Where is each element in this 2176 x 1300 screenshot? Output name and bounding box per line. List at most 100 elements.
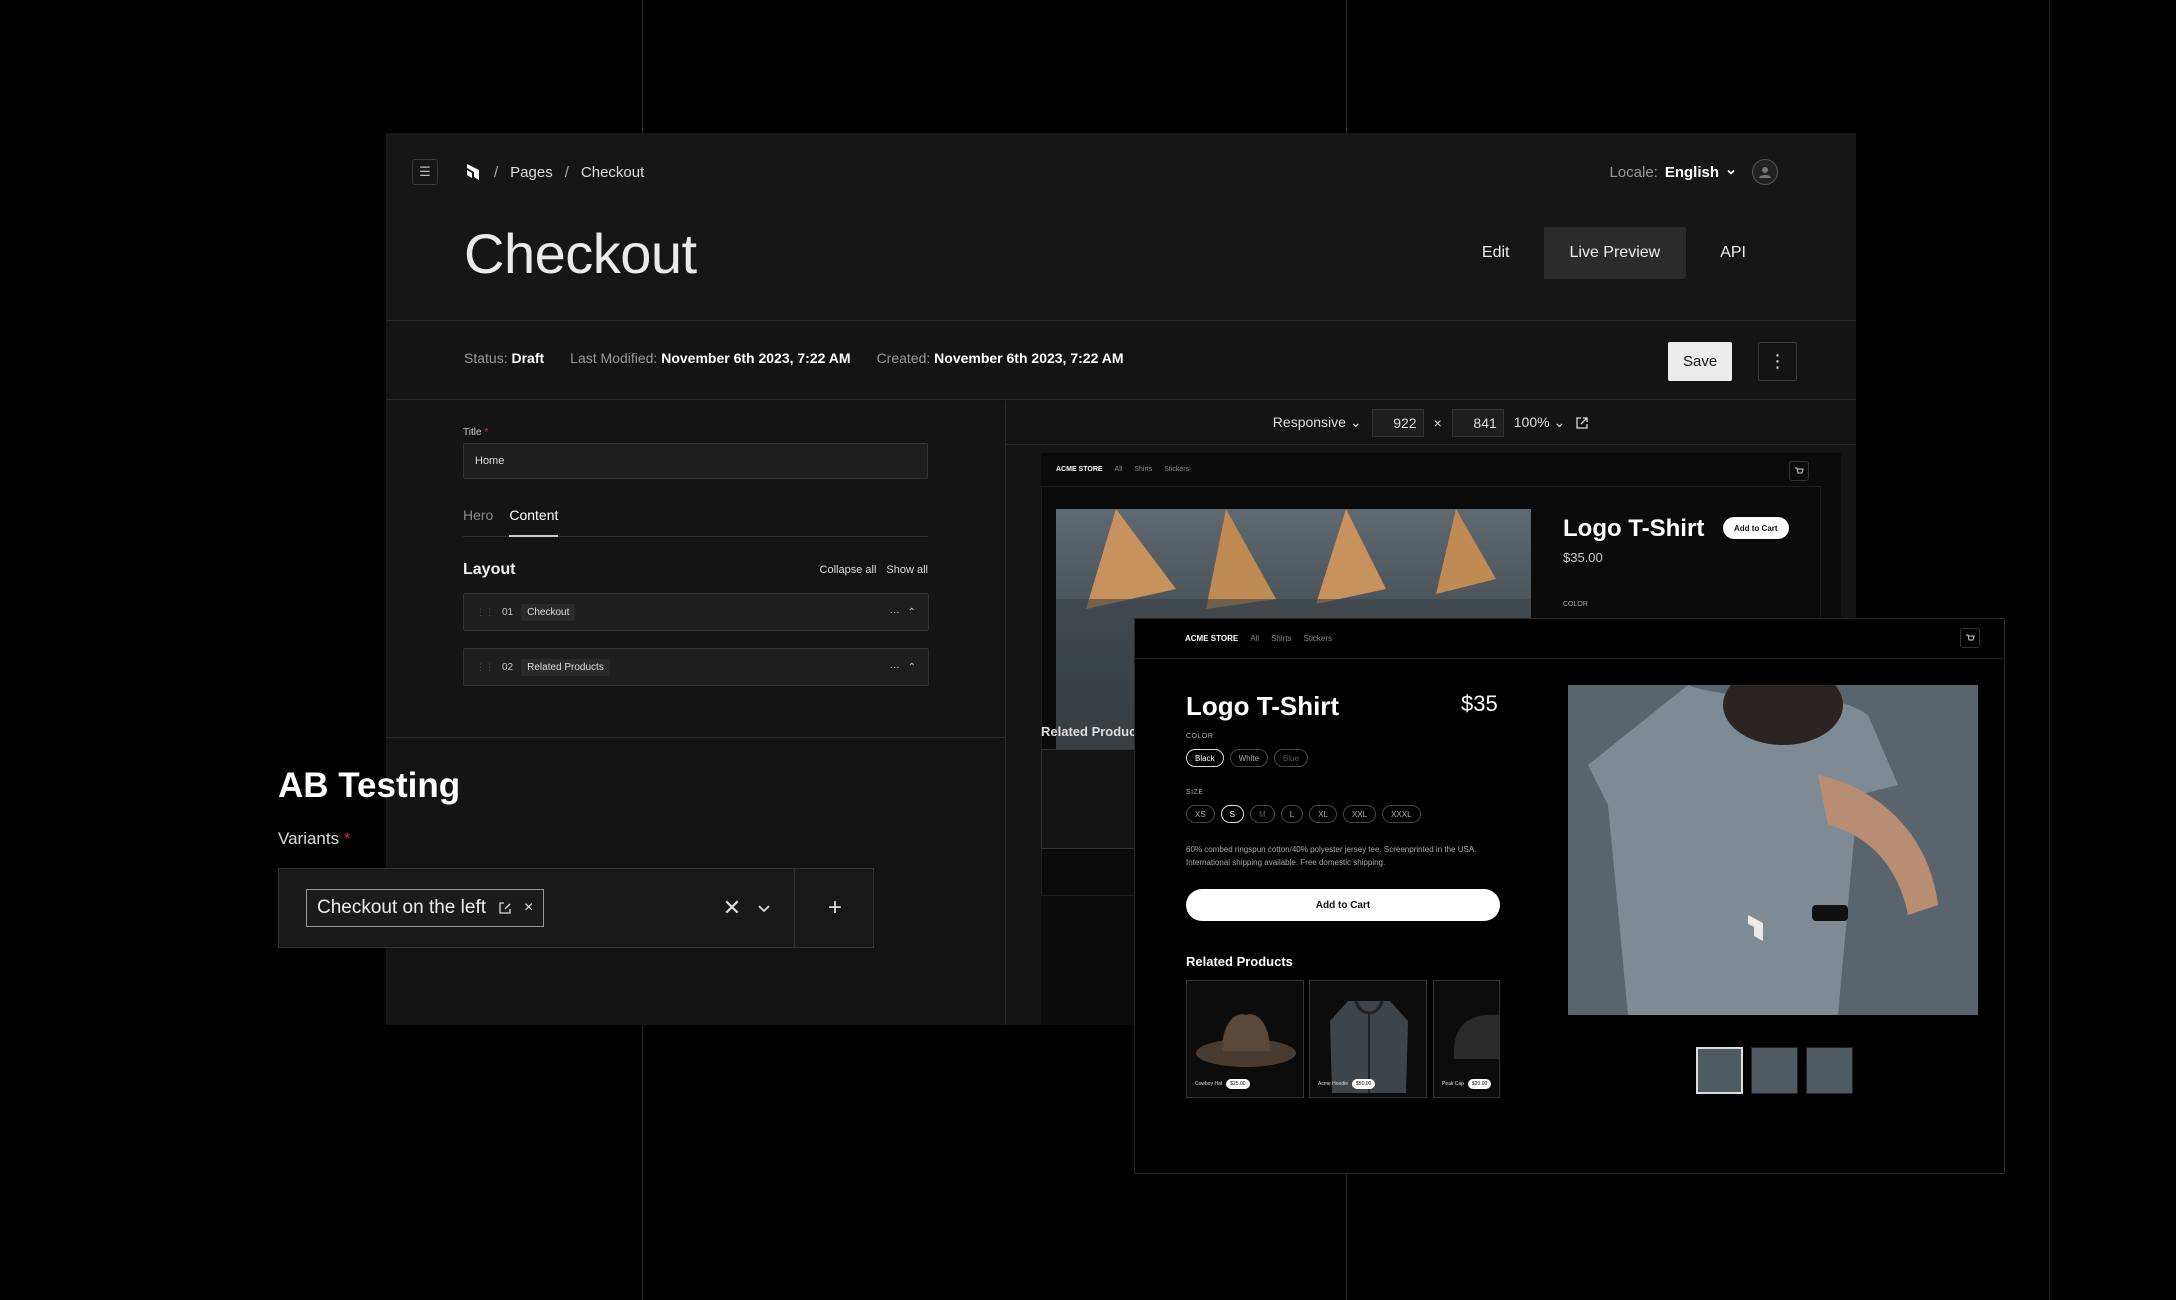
block-index: 01	[502, 606, 514, 618]
related-product-card[interactable]: Acme Hoodie $50.00	[1309, 980, 1427, 1098]
modified-label: Last Modified:	[570, 350, 658, 366]
related-products-title: Related Products	[1186, 954, 1293, 969]
variants-select[interactable]: Checkout on the left × ✕ +	[278, 868, 874, 948]
related-product-card[interactable]: Cowboy Hat $25.00	[1186, 980, 1304, 1098]
logo-icon[interactable]	[464, 162, 482, 182]
tab-api[interactable]: API	[1694, 227, 1772, 279]
store-nav-all[interactable]: All	[1250, 634, 1259, 643]
show-all-button[interactable]: Show all	[886, 564, 928, 576]
avatar[interactable]	[1752, 159, 1778, 185]
preview-width-input[interactable]: 922	[1371, 408, 1424, 437]
color-label: COLOR	[1563, 601, 1588, 608]
color-option-white[interactable]: White	[1229, 749, 1269, 767]
save-button[interactable]: Save	[1668, 342, 1733, 381]
tab-edit[interactable]: Edit	[1456, 227, 1536, 279]
thumbnail[interactable]	[1696, 1047, 1743, 1094]
preview-height-input[interactable]: 841	[1451, 408, 1504, 437]
view-tabs: Edit Live Preview API	[1456, 227, 1772, 279]
preview-toolbar: Responsive ⌄ 922 × 841 100% ⌄	[1006, 401, 1856, 445]
size-option-xxl[interactable]: XXL	[1342, 805, 1377, 823]
breadcrumb: / Pages / Checkout	[464, 159, 644, 185]
editor-tabs: Hero Content	[463, 507, 928, 537]
add-variant-button[interactable]: +	[795, 869, 875, 947]
chevron-up-icon[interactable]: ⌃	[908, 607, 916, 618]
menu-button[interactable]: ☰	[412, 159, 438, 185]
product-price: $35.00	[1563, 550, 1603, 565]
related-product-price: $50.00	[1352, 1079, 1376, 1089]
variant-tag[interactable]: Checkout on the left ×	[306, 889, 545, 927]
product-title: Logo T-Shirt	[1186, 691, 1340, 721]
color-option-black[interactable]: Black	[1186, 749, 1224, 767]
locale-label: Locale:	[1609, 163, 1658, 181]
variants-label-text: Variants	[278, 829, 340, 848]
variants-label: Variants *	[278, 829, 350, 849]
variant-tag-label: Checkout on the left	[317, 897, 486, 918]
size-option-xl[interactable]: XL	[1309, 805, 1337, 823]
store-brand[interactable]: ACME STORE	[1185, 634, 1238, 643]
drag-handle-icon[interactable]: ⋮⋮	[476, 662, 494, 673]
size-option-xs[interactable]: XS	[1186, 805, 1215, 823]
more-horizontal-icon[interactable]: ···	[890, 662, 900, 673]
related-product-name: Acme Hoodie	[1318, 1081, 1349, 1087]
add-to-cart-button[interactable]: Add to Cart	[1723, 517, 1789, 539]
chevron-down-icon: ⌄	[1349, 414, 1362, 430]
thumbnail[interactable]	[1806, 1047, 1853, 1094]
tab-hero[interactable]: Hero	[463, 507, 493, 537]
layout-title: Layout	[463, 561, 516, 578]
locale-value: English	[1664, 163, 1719, 181]
related-product-card[interactable]: Peak Cap $20.00	[1433, 980, 1500, 1098]
color-options: Black White Blue	[1186, 749, 1309, 767]
title-input[interactable]	[463, 443, 928, 479]
store-nav-shirts[interactable]: Shirts	[1271, 634, 1291, 643]
related-product-name: Cowboy Hat	[1195, 1081, 1223, 1087]
size-option-s[interactable]: S	[1220, 805, 1245, 823]
block-index: 02	[502, 661, 514, 673]
color-option-blue[interactable]: Blue	[1274, 749, 1309, 767]
breadcrumb-current: Checkout	[580, 163, 645, 181]
size-option-xxxl[interactable]: XXXL	[1382, 805, 1421, 823]
zoom-select[interactable]: 100% ⌄	[1514, 414, 1565, 431]
product-title: Logo T-Shirt	[1563, 515, 1705, 542]
size-options: XS S M L XL XXL XXXL	[1186, 805, 1421, 823]
chevron-down-icon	[1727, 169, 1735, 175]
document-meta-bar: Status: Draft Last Modified: November 6t…	[386, 322, 1856, 400]
breakpoint-select[interactable]: Responsive ⌄	[1273, 414, 1362, 431]
tab-live-preview[interactable]: Live Preview	[1543, 227, 1687, 279]
cart-icon[interactable]	[1789, 461, 1809, 481]
chevron-up-icon[interactable]: ⌃	[908, 662, 916, 673]
cart-icon[interactable]	[1960, 628, 1980, 648]
store-nav-shirts[interactable]: Shirts	[1134, 466, 1152, 473]
document-meta: Status: Draft Last Modified: November 6t…	[464, 350, 1124, 366]
external-link-icon[interactable]	[1575, 416, 1589, 430]
edit-icon[interactable]	[498, 901, 512, 915]
store-nav-stickers[interactable]: Stickers	[1304, 634, 1332, 643]
breadcrumb-pages[interactable]: Pages	[510, 164, 553, 181]
clear-icon[interactable]: ✕	[717, 893, 747, 923]
more-options-button[interactable]: ⋮	[1758, 342, 1797, 381]
store-nav: ACME STORE All Shirts Stickers	[1135, 619, 2004, 659]
tab-content[interactable]: Content	[509, 507, 559, 537]
store-nav-stickers[interactable]: Stickers	[1164, 466, 1189, 473]
chevron-down-icon: ⌄	[1553, 414, 1566, 430]
layout-block-row[interactable]: ⋮⋮ 02 Related Products ··· ⌃	[463, 648, 929, 686]
breakpoint-value: Responsive	[1272, 414, 1346, 430]
size-option-l[interactable]: L	[1280, 805, 1304, 823]
more-horizontal-icon[interactable]: ···	[890, 607, 900, 618]
store-nav-all[interactable]: All	[1115, 466, 1123, 473]
product-thumbnails	[1696, 1047, 1853, 1094]
chevron-down-icon[interactable]	[749, 893, 779, 923]
collapse-all-button[interactable]: Collapse all	[820, 564, 877, 576]
created-label: Created:	[876, 350, 931, 366]
store-brand[interactable]: ACME STORE	[1056, 466, 1103, 473]
size-option-m[interactable]: M	[1250, 805, 1275, 823]
status: Status: Draft	[464, 350, 544, 366]
drag-handle-icon[interactable]: ⋮⋮	[476, 607, 494, 618]
add-to-cart-button[interactable]: Add to Cart	[1186, 889, 1500, 921]
page-title: Checkout	[464, 222, 697, 285]
block-name: Related Products	[521, 658, 610, 676]
locale-selector[interactable]: Locale: English	[1609, 159, 1736, 185]
layout-block-row[interactable]: ⋮⋮ 01 Checkout ··· ⌃	[463, 593, 929, 631]
thumbnail[interactable]	[1751, 1047, 1798, 1094]
remove-tag-icon[interactable]: ×	[524, 899, 533, 917]
required-mark: *	[484, 427, 489, 438]
